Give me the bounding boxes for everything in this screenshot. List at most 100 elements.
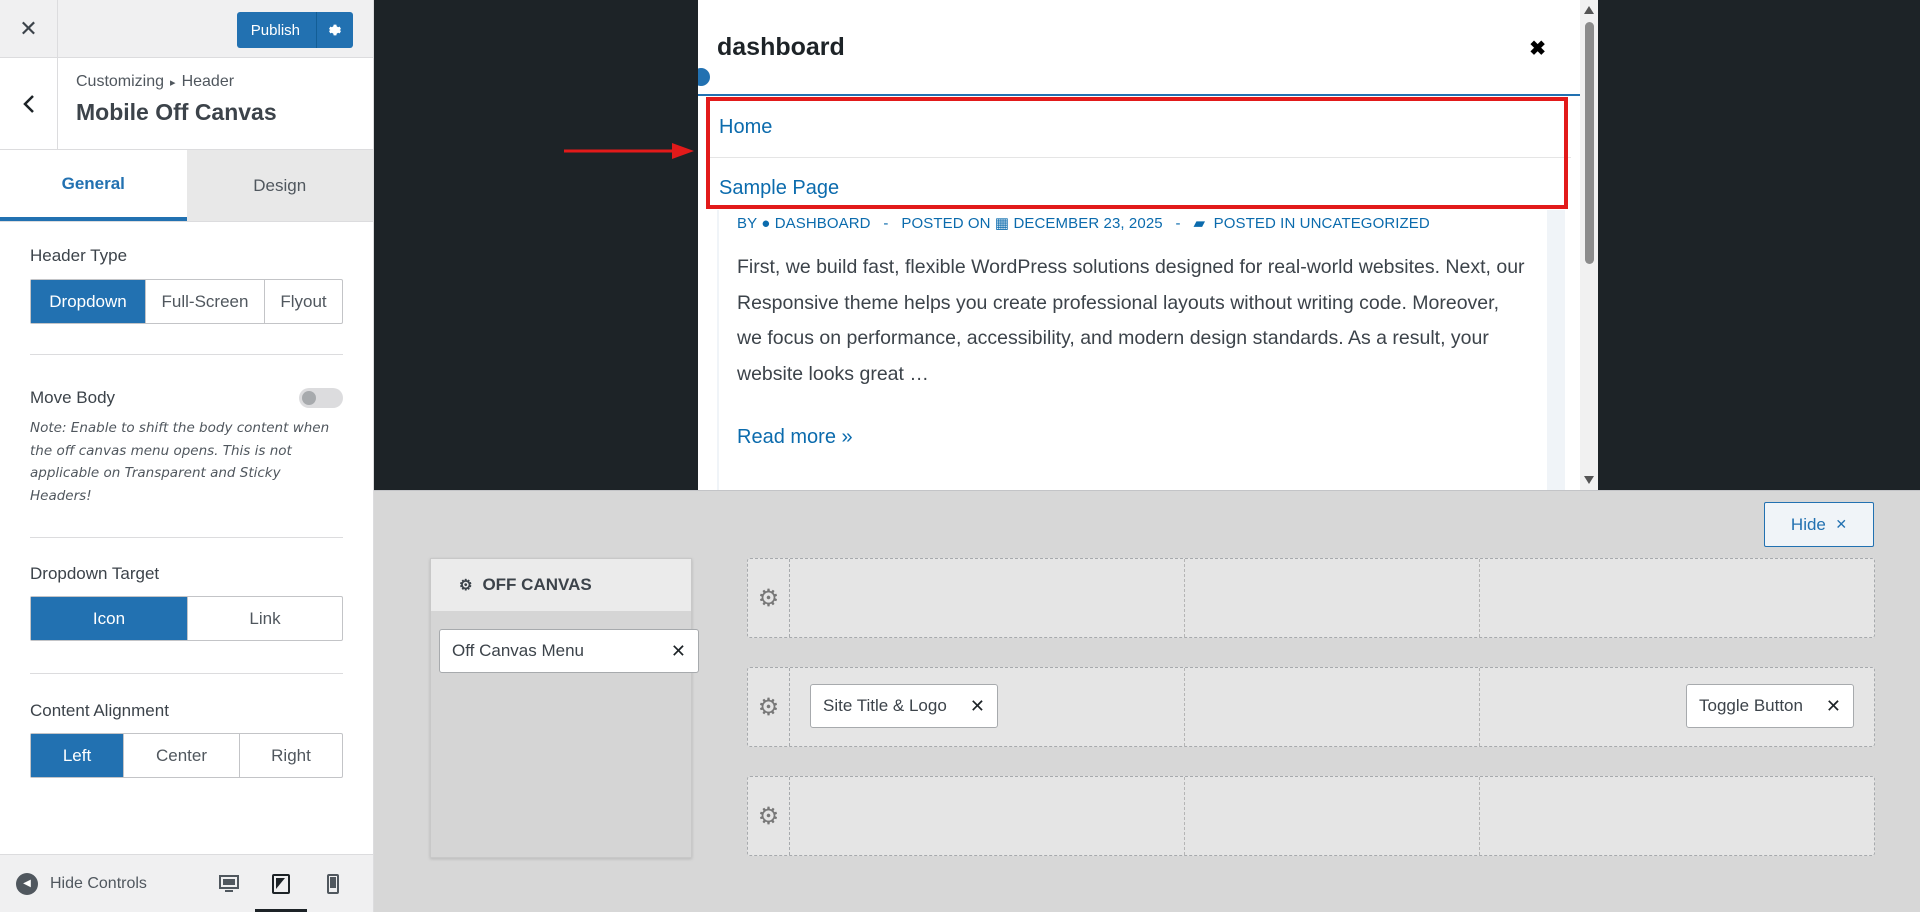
row-settings-icon[interactable]: ⚙ <box>748 777 790 855</box>
meta-by: BY <box>737 215 757 232</box>
tablet-preview-button[interactable] <box>255 855 307 912</box>
column-divider <box>1479 777 1480 855</box>
move-body-note: Note: Enable to shift the body content w… <box>30 420 330 504</box>
desktop-icon <box>219 875 239 892</box>
tab-general[interactable]: General <box>0 150 187 221</box>
preview-frame: dashboard ✖ Home Sample Page BY ● DASHBO… <box>698 0 1598 490</box>
move-body-toggle[interactable] <box>299 388 343 408</box>
collapse-icon: ◀ <box>16 872 38 895</box>
remove-icon[interactable]: ✕ <box>671 641 686 662</box>
hide-controls-button[interactable]: ◀ Hide Controls <box>16 872 147 895</box>
offcanvas-header: dashboard ✖ <box>698 0 1580 96</box>
meta-category[interactable]: POSTED IN UNCATEGORIZED <box>1214 215 1430 232</box>
tablet-icon <box>272 874 290 894</box>
alignment-right[interactable]: Right <box>240 734 342 777</box>
close-icon[interactable]: ✕ <box>0 0 58 58</box>
back-button[interactable] <box>0 58 58 150</box>
site-preview: dashboard ✖ Home Sample Page BY ● DASHBO… <box>374 0 1920 490</box>
row-settings-icon[interactable]: ⚙ <box>748 668 790 746</box>
content-alignment-group: Left Center Right <box>30 733 343 778</box>
off-canvas-title: OFF CANVAS <box>482 575 592 594</box>
edit-shortcut-icon[interactable] <box>698 66 712 88</box>
off-canvas-panel: ⚙ OFF CANVAS Off Canvas Menu ✕ <box>430 558 699 858</box>
hide-builder-label: Hide <box>1790 514 1826 534</box>
header-type-group: Dropdown Full-Screen Flyout <box>30 279 343 324</box>
folder-icon: ▰ <box>1193 215 1206 232</box>
header-builder: Hide ✕ ⚙ OFF CANVAS Off Canvas Menu ✕ ⚙ … <box>374 490 1920 912</box>
tab-design[interactable]: Design <box>186 150 373 221</box>
chip-label: Off Canvas Menu <box>452 641 584 660</box>
gear-icon <box>329 24 341 36</box>
breadcrumb-root: Customizing <box>76 73 165 90</box>
builder-row-main: ⚙ Site Title & Logo ✕ Toggle Button ✕ <box>747 667 1875 747</box>
header-type-flyout[interactable]: Flyout <box>265 280 342 323</box>
red-arrow-annotation <box>564 143 694 159</box>
alignment-left[interactable]: Left <box>31 734 124 777</box>
breadcrumb-separator: ▸ <box>170 77 176 89</box>
close-icon: ✕ <box>1835 516 1848 532</box>
page-title: Mobile Off Canvas <box>76 99 277 125</box>
meta-date[interactable]: DECEMBER 23, 2025 <box>1013 215 1162 232</box>
row-settings-icon[interactable]: ⚙ <box>748 559 790 637</box>
post-card: BY ● DASHBOARD - POSTED ON ▦ DECEMBER 23… <box>717 210 1565 490</box>
column-divider <box>1184 777 1185 855</box>
alignment-center[interactable]: Center <box>124 734 240 777</box>
toggle-button-chip[interactable]: Toggle Button ✕ <box>1686 684 1854 728</box>
header-type-fullscreen[interactable]: Full-Screen <box>146 280 265 323</box>
section-header: Customizing ▸ Header Mobile Off Canvas <box>0 58 373 150</box>
dropdown-target-label: Dropdown Target <box>30 564 160 583</box>
dropdown-target-icon[interactable]: Icon <box>31 597 188 640</box>
customizer-sidebar: ✕ Publish Customizing ▸ Header Mobile Off … <box>0 0 374 912</box>
off-canvas-header: ⚙ OFF CANVAS <box>431 559 691 611</box>
scroll-up-icon[interactable] <box>1584 6 1594 14</box>
builder-row-bottom: ⚙ <box>747 776 1875 856</box>
column-divider <box>1184 668 1185 746</box>
header-type-dropdown[interactable]: Dropdown <box>31 280 146 323</box>
hide-controls-label: Hide Controls <box>50 874 147 892</box>
column-divider <box>1184 559 1185 637</box>
move-body-row: Move Body <box>30 388 343 408</box>
preview-scrollbar[interactable] <box>1580 0 1598 490</box>
dropdown-target-link[interactable]: Link <box>188 597 342 640</box>
scroll-thumb[interactable] <box>1585 22 1594 264</box>
offcanvas-close-icon[interactable]: ✖ <box>1529 36 1546 61</box>
calendar-icon: ▦ <box>994 215 1010 232</box>
column-divider <box>1479 668 1480 746</box>
site-title-logo-chip[interactable]: Site Title & Logo ✕ <box>810 684 998 728</box>
builder-row-top: ⚙ <box>747 558 1875 638</box>
site-title[interactable]: dashboard <box>717 33 845 62</box>
breadcrumb-section: Header <box>181 73 235 90</box>
publish-settings-button[interactable] <box>317 12 353 48</box>
chip-label: Site Title & Logo <box>823 696 947 715</box>
divider <box>30 354 343 355</box>
column-divider <box>1479 559 1480 637</box>
mobile-preview-button[interactable] <box>307 855 359 912</box>
meta-dash: - <box>883 215 889 232</box>
meta-posted-on: POSTED ON <box>901 215 991 232</box>
move-body-label: Move Body <box>30 388 116 407</box>
read-more-link[interactable]: Read more » <box>719 392 1547 449</box>
toggle-knob <box>302 391 316 405</box>
off-canvas-menu-chip[interactable]: Off Canvas Menu ✕ <box>439 629 699 673</box>
breadcrumb: Customizing ▸ Header <box>76 73 277 91</box>
customizer-footer: ◀ Hide Controls <box>0 854 373 912</box>
desktop-preview-button[interactable] <box>203 855 255 912</box>
controls-area: Header Type Dropdown Full-Screen Flyout … <box>0 222 373 854</box>
remove-icon[interactable]: ✕ <box>1826 696 1841 717</box>
customizer-root: ✕ Publish Customizing ▸ Header Mobile Off … <box>0 0 1920 912</box>
remove-icon[interactable]: ✕ <box>970 696 985 717</box>
meta-author[interactable]: DASHBOARD <box>775 215 871 232</box>
device-switcher <box>203 855 359 912</box>
dropdown-target-group: Icon Link <box>30 596 343 641</box>
gear-icon: ⚙ <box>459 577 473 594</box>
user-icon: ● <box>761 215 771 232</box>
chip-label: Toggle Button <box>1699 696 1803 715</box>
scroll-down-icon[interactable] <box>1584 476 1594 484</box>
publish-button[interactable]: Publish <box>236 12 317 48</box>
panel-tabs: General Design <box>0 150 373 222</box>
divider <box>30 673 343 674</box>
highlight-box <box>706 97 1568 209</box>
content-alignment-label: Content Alignment <box>30 701 169 720</box>
divider <box>30 537 343 538</box>
hide-builder-button[interactable]: Hide ✕ <box>1764 502 1874 547</box>
